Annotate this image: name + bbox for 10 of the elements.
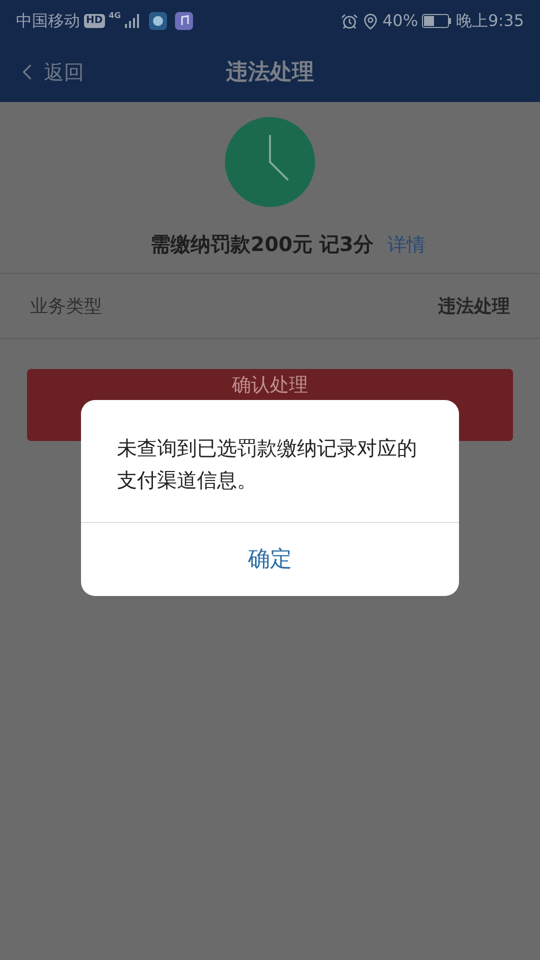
row-value: 违法处理	[438, 294, 510, 318]
row-label: 业务类型	[30, 294, 102, 318]
network-type: 4G	[108, 10, 121, 22]
fine-summary: 需缴纳罚款200元 记3分	[150, 231, 374, 258]
page-title: 违法处理	[226, 58, 314, 86]
battery-percent: 40%	[382, 10, 418, 32]
carrier-name: 中国移动	[16, 10, 80, 32]
hd-badge: HD	[84, 14, 105, 28]
dialog-message: 未查询到已选罚款缴纳记录对应的支付渠道信息。	[116, 435, 418, 494]
clock-time: 晚上9:35	[456, 10, 524, 32]
